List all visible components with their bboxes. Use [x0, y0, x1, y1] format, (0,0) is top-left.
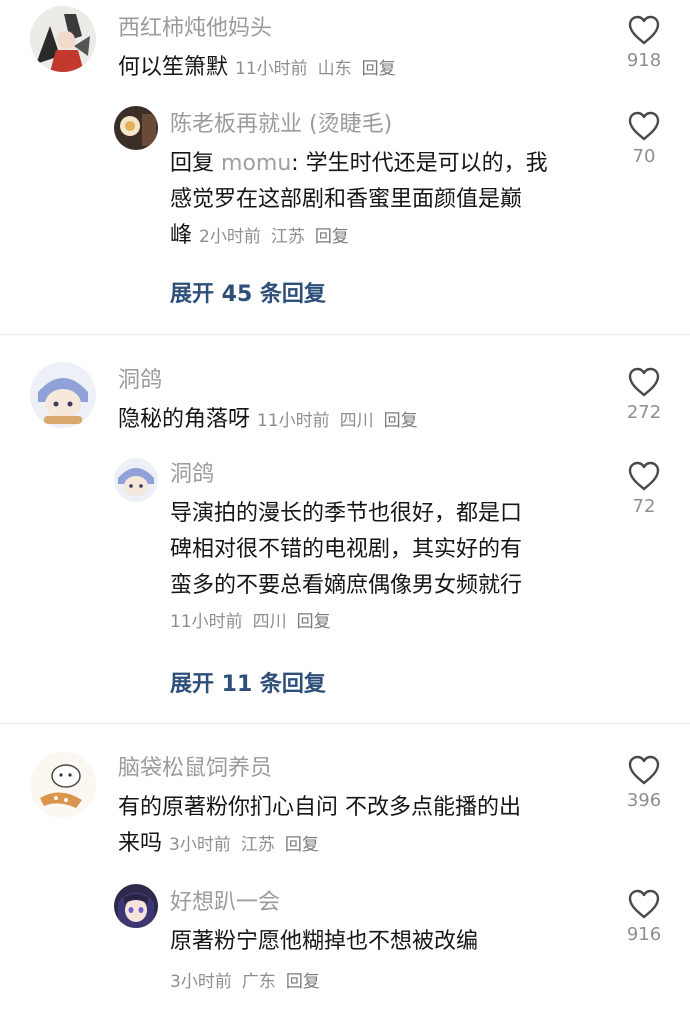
- like-count: 918: [626, 50, 662, 71]
- avatar[interactable]: [30, 362, 96, 428]
- timestamp: 2小时前: [199, 227, 261, 247]
- location: 广东: [241, 972, 276, 992]
- like-count: 70: [632, 146, 656, 167]
- comment-text: 隐秘的角落呀 11小时前 四川 回复: [118, 402, 418, 439]
- timestamp: 3小时前: [170, 972, 232, 992]
- reply-line-2: 感觉罗在这部剧和香蜜里面颜值是巅: [170, 187, 523, 212]
- comment-thread-2: 洞鸽 隐秘的角落呀 11小时前 四川 回复 272 洞鸽 导演拍的漫长的季节也很好，…: [0, 350, 690, 722]
- reply-text: 原著粉宁愿他糊掉也不想被改编 3小时前 广东 回复: [170, 924, 610, 1004]
- reply-line-3: 峰: [170, 223, 193, 248]
- reply-line-2: 碑相对很不错的电视剧，其实好的有: [170, 537, 523, 562]
- username[interactable]: 脑袋松鼠饲养员: [118, 754, 272, 784]
- heart-outline-icon: [628, 367, 660, 397]
- reply-button[interactable]: 回复: [286, 972, 320, 992]
- comment-line-2: 来吗: [118, 831, 163, 856]
- reply-prefix: 回复: [170, 151, 215, 176]
- reply-line-1: 原著粉宁愿他糊掉也不想被改编: [170, 929, 479, 954]
- reply-button[interactable]: 回复: [362, 59, 396, 79]
- like-button[interactable]: 918: [614, 14, 674, 71]
- timestamp: 11小时前: [235, 59, 308, 79]
- avatar[interactable]: [114, 106, 158, 150]
- avatar[interactable]: [30, 752, 96, 818]
- heart-outline-icon: [628, 111, 660, 141]
- comment-meta: 3小时前 广东 回复: [170, 960, 610, 1004]
- username[interactable]: 洞鸽: [170, 460, 214, 490]
- comment-meta: 11小时前 四川 回复: [170, 604, 610, 640]
- expand-replies-button[interactable]: 展开 11 条回复: [170, 666, 326, 698]
- like-count: 272: [626, 402, 662, 423]
- heart-outline-icon: [628, 15, 660, 45]
- location: 四川: [252, 612, 287, 632]
- comment-meta: 11小时前 山东 回复: [235, 59, 396, 79]
- like-count: 396: [626, 790, 662, 811]
- username[interactable]: 好想趴一会: [170, 888, 280, 918]
- timestamp: 11小时前: [257, 411, 330, 431]
- username[interactable]: 洞鸽: [118, 366, 162, 396]
- comment-content: 隐秘的角落呀: [118, 407, 251, 432]
- reply-line-1: : 学生时代还是可以的，我: [291, 151, 548, 176]
- reply-button[interactable]: 回复: [285, 835, 319, 855]
- timestamp: 11小时前: [170, 612, 243, 632]
- comment-content: 何以笙箫默: [118, 55, 229, 80]
- like-button[interactable]: 396: [614, 754, 674, 811]
- reply-line-3: 蛮多的不要总看嫡庶偶像男女频就行: [170, 573, 523, 598]
- avatar[interactable]: [114, 458, 158, 502]
- comment-meta: 2小时前 江苏 回复: [199, 227, 349, 247]
- mention-link[interactable]: momu: [221, 151, 291, 176]
- like-button[interactable]: 916: [614, 888, 674, 945]
- reply-text: 导演拍的漫长的季节也很好，都是口 碑相对很不错的电视剧，其实好的有 蛮多的不要总…: [170, 496, 610, 640]
- avatar[interactable]: [30, 6, 96, 72]
- like-count: 72: [632, 496, 656, 517]
- reply-button[interactable]: 回复: [384, 411, 418, 431]
- username[interactable]: 西红柿炖他妈头: [118, 14, 272, 44]
- reply-button[interactable]: 回复: [297, 612, 331, 632]
- location: 山东: [317, 59, 352, 79]
- comment-meta: 11小时前 四川 回复: [257, 411, 418, 431]
- reply-button[interactable]: 回复: [315, 227, 349, 247]
- heart-outline-icon: [628, 755, 660, 785]
- location: 江苏: [240, 835, 275, 855]
- comment-text: 有的原著粉你扪心自问 不改多点能播的出 来吗 3小时前 江苏 回复: [118, 790, 608, 863]
- like-button[interactable]: 272: [614, 366, 674, 423]
- username[interactable]: 陈老板再就业 (烫睫毛): [170, 110, 392, 140]
- comment-text: 何以笙箫默 11小时前 山东 回复: [118, 50, 396, 87]
- expand-replies-button[interactable]: 展开 45 条回复: [170, 276, 326, 308]
- location: 四川: [339, 411, 374, 431]
- location: 江苏: [270, 227, 305, 247]
- reply-line-1: 导演拍的漫长的季节也很好，都是口: [170, 501, 523, 526]
- like-button[interactable]: 72: [614, 460, 674, 517]
- avatar[interactable]: [114, 884, 158, 928]
- comment-line-1: 有的原著粉你扪心自问 不改多点能播的出: [118, 795, 521, 820]
- reply-text: 回复 momu: 学生时代还是可以的，我 感觉罗在这部剧和香蜜里面颜值是巅 峰 …: [170, 146, 610, 255]
- comment-thread-1: 西红柿炖他妈头 何以笙箫默 11小时前 山东 回复 918 陈老板再就业 (烫睫毛)…: [0, 0, 690, 335]
- like-button[interactable]: 70: [614, 110, 674, 167]
- heart-outline-icon: [628, 889, 660, 919]
- comment-meta: 3小时前 江苏 回复: [169, 835, 319, 855]
- heart-outline-icon: [628, 461, 660, 491]
- divider: [0, 334, 690, 335]
- like-count: 916: [626, 924, 662, 945]
- timestamp: 3小时前: [169, 835, 231, 855]
- comment-thread-3: 脑袋松鼠饲养员 有的原著粉你扪心自问 不改多点能播的出 来吗 3小时前 江苏 回复 …: [0, 740, 690, 1016]
- divider: [0, 723, 690, 724]
